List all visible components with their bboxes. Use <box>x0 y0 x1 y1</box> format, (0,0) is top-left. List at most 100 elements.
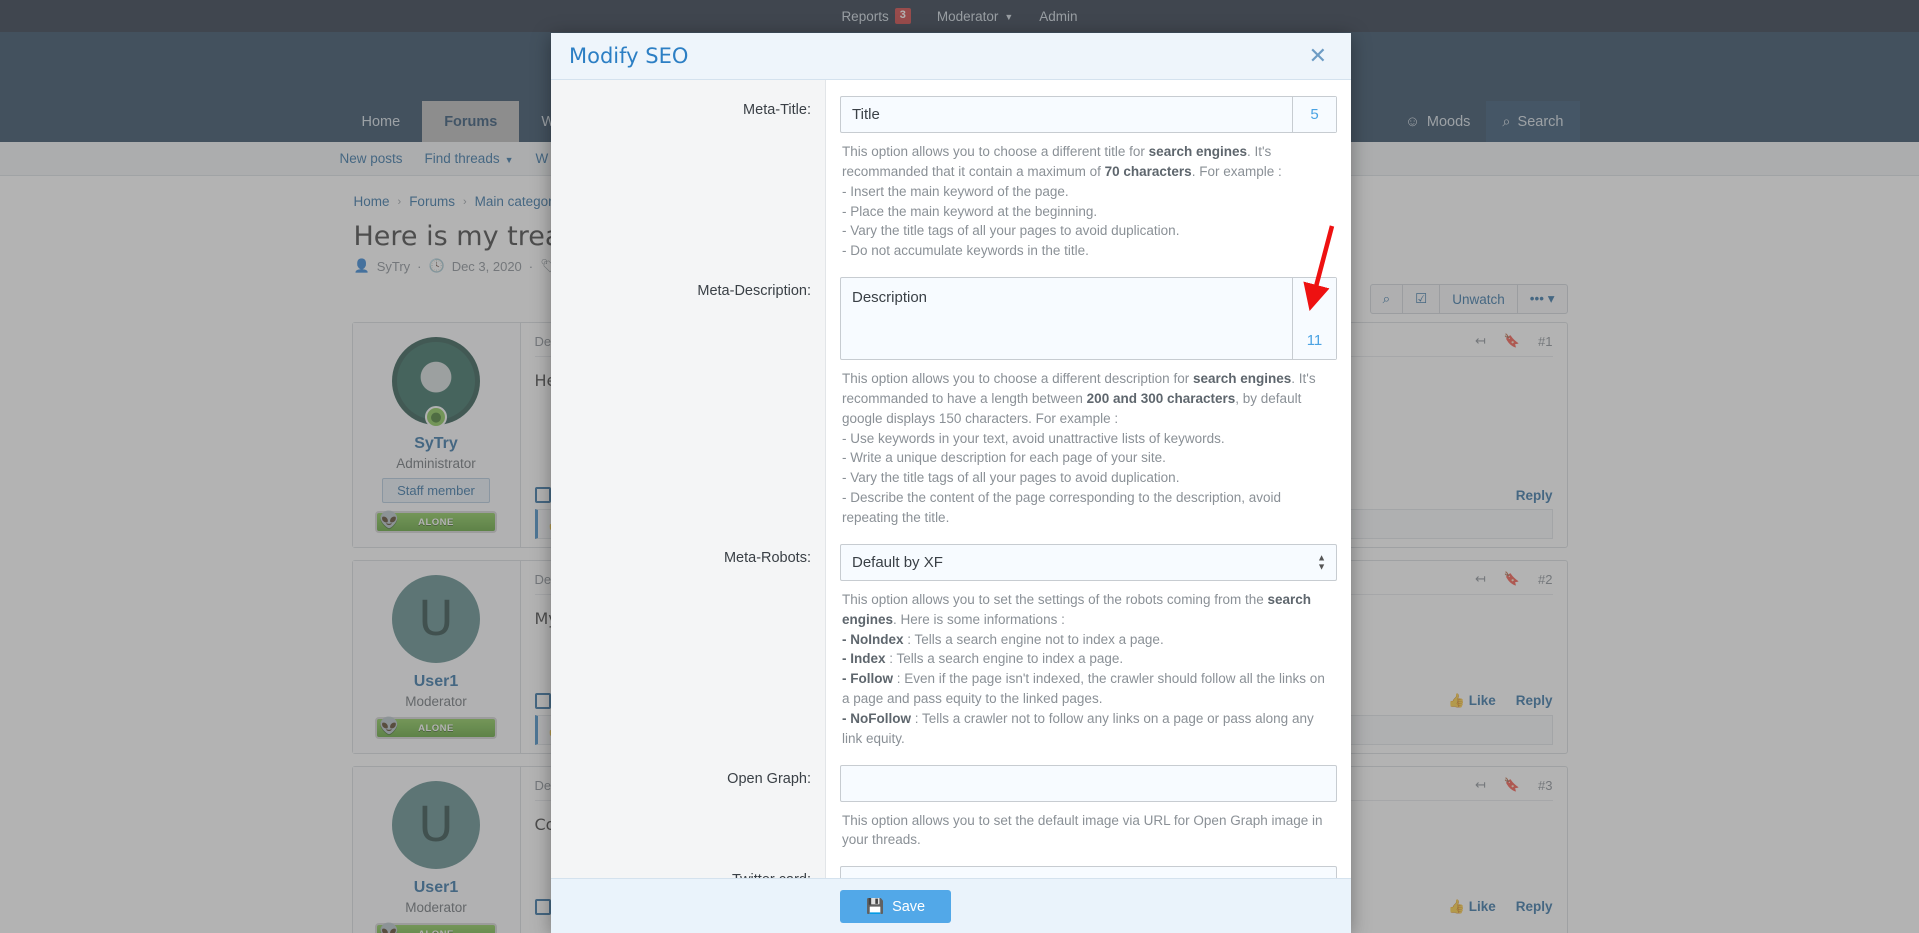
post-like-label: Like <box>1468 693 1496 708</box>
dialog-title: Modify SEO <box>569 44 689 68</box>
field-row-open-graph: Open Graph: This option allows you to se… <box>551 748 1351 851</box>
twitter-card-select[interactable]: Default, summary card <box>840 866 1337 878</box>
nav-button-search[interactable]: ⌕ Search <box>1486 101 1580 142</box>
reports-count-badge: 3 <box>894 8 911 24</box>
post-author-title: Administrator <box>396 456 476 471</box>
post-select-checkbox[interactable] <box>534 693 551 709</box>
user-ribbon-label: ALONE <box>418 929 454 933</box>
adminbar-moderator-label: Moderator <box>936 8 999 24</box>
meta-robots-select[interactable]: Default by XF <box>840 543 1337 581</box>
post-number[interactable]: #3 <box>1538 778 1552 793</box>
avatar[interactable]: U <box>392 781 480 869</box>
post-like-label: Like <box>1468 899 1496 914</box>
post-author-name[interactable]: SyTry <box>414 435 458 453</box>
open-graph-label: Open Graph: <box>551 748 826 851</box>
dialog-body: Meta-Title: 5 This option allows you to … <box>551 80 1351 878</box>
alien-icon: 👽 <box>379 924 400 933</box>
share-icon[interactable]: ↤ <box>1475 571 1486 587</box>
subnav-item-watched[interactable]: W <box>536 151 549 166</box>
post-number[interactable]: #2 <box>1538 572 1552 587</box>
clock-icon: 🕓 <box>428 258 445 273</box>
meta-robots-select-wrap: Default by XF ▲ ▼ <box>840 543 1337 581</box>
help-bullet: - Vary the title tags of all your pages … <box>842 470 1180 486</box>
subnav-item-new-posts[interactable]: New posts <box>340 151 403 166</box>
user-ribbon-label: ALONE <box>418 516 454 528</box>
post-like-button[interactable]: 👍 Like <box>1448 899 1496 915</box>
post-number[interactable]: #1 <box>1538 334 1552 349</box>
thumbs-up-icon: 👍 <box>1448 693 1465 708</box>
help-text: : Tells a search engine to index a page. <box>885 651 1124 667</box>
post-author-sidebar: ● SyTry Administrator Staff member 👽 ALO… <box>352 323 521 547</box>
breadcrumb-separator: › <box>462 195 467 208</box>
adminbar-item-admin[interactable]: Admin <box>1039 9 1077 24</box>
meta-description-label: Meta-Description: <box>551 261 826 528</box>
avatar-initial: U <box>418 591 454 647</box>
subnav-item-find-threads[interactable]: Find threads ▼ <box>425 151 514 166</box>
meta-title-input[interactable] <box>841 97 1292 132</box>
dialog-header: Modify SEO ✕ <box>551 33 1351 80</box>
modify-seo-dialog: Modify SEO ✕ Meta-Title: 5 This option a… <box>551 33 1351 933</box>
help-bullet: - Place the main keyword at the beginnin… <box>842 203 1098 219</box>
avatar[interactable]: ● <box>392 337 480 428</box>
field-row-meta-title: Meta-Title: 5 This option allows you to … <box>551 80 1351 262</box>
open-graph-input[interactable] <box>841 765 1336 801</box>
twitter-card-label: Twitter card: <box>551 850 826 878</box>
post-reply-button[interactable]: Reply <box>1516 899 1553 915</box>
bookmark-icon[interactable]: 🔖 <box>1504 777 1520 793</box>
online-status-icon: ● <box>425 406 447 428</box>
field-row-twitter-card: Twitter card: Default, summary card ▲▼ <box>551 850 1351 878</box>
close-icon[interactable]: ✕ <box>1303 41 1333 71</box>
post-author-name[interactable]: User1 <box>414 673 458 691</box>
meta-title-input-wrap: 5 <box>840 96 1337 133</box>
meta-description-help: This option allows you to choose a diffe… <box>840 360 1337 528</box>
nav-moods-label: Moods <box>1426 113 1471 130</box>
breadcrumb-forums[interactable]: Forums <box>409 194 455 209</box>
user-ribbon: 👽 ALONE <box>375 717 497 739</box>
help-bullet: - Use keywords in your text, avoid unatt… <box>842 430 1225 446</box>
post-author-title: Moderator <box>405 694 467 709</box>
meta-description-input-wrap: Description 11 <box>840 277 1337 361</box>
nav-tab-home[interactable]: Home <box>340 101 423 142</box>
help-bullet: - Follow : Even if the page isn't indexe… <box>842 669 1335 709</box>
breadcrumb-home[interactable]: Home <box>354 194 390 209</box>
help-bullet: - Index : Tells a search engine to index… <box>842 649 1335 669</box>
thread-author[interactable]: SyTry <box>377 259 410 274</box>
alien-icon: 👽 <box>379 718 400 735</box>
nav-button-moods[interactable]: ☺ Moods <box>1389 101 1486 142</box>
toolbar-unwatch-button[interactable]: Unwatch <box>1440 285 1518 313</box>
post-select-checkbox[interactable] <box>534 487 551 503</box>
post-select-checkbox[interactable] <box>534 899 551 915</box>
adminbar-item-moderator[interactable]: Moderator ▼ <box>937 9 1013 24</box>
bookmark-icon[interactable]: 🔖 <box>1504 571 1520 587</box>
help-bullet: - Do not accumulate keywords in the titl… <box>842 243 1089 259</box>
help-bullet: - Vary the title tags of all your pages … <box>842 223 1180 239</box>
avatar[interactable]: U <box>392 575 480 663</box>
share-icon[interactable]: ↤ <box>1475 777 1486 793</box>
meta-title-char-counter: 5 <box>1292 97 1336 132</box>
user-icon: 👤 <box>353 258 370 273</box>
help-bold: search engines <box>1148 144 1247 159</box>
bookmark-icon[interactable]: 🔖 <box>1504 333 1520 349</box>
help-text: : Even if the page isn't indexed, the cr… <box>842 671 1325 707</box>
post-reply-button[interactable]: Reply <box>1516 693 1553 709</box>
help-bold: 70 characters <box>1104 163 1192 179</box>
toolbar-search-button[interactable]: ⌕ <box>1371 285 1404 313</box>
subnav-find-threads-label: Find threads <box>424 151 500 166</box>
toolbar-checkbox-button[interactable]: ☑ <box>1403 285 1441 313</box>
adminbar-item-reports[interactable]: Reports 3 <box>841 8 911 24</box>
breadcrumb-category[interactable]: Main categor <box>475 194 553 209</box>
share-icon[interactable]: ↤ <box>1475 333 1486 349</box>
toolbar-more-button[interactable]: ••• ▾ <box>1518 285 1567 313</box>
post-author-sidebar: U User1 Moderator 👽 ALONE <box>352 767 521 933</box>
admin-bar: Reports 3 Moderator ▼ Admin <box>0 0 1919 32</box>
post-reply-button[interactable]: Reply <box>1516 488 1553 503</box>
meta-title-label: Meta-Title: <box>551 80 826 262</box>
post-like-button[interactable]: 👍 Like <box>1448 693 1496 709</box>
nav-tab-forums[interactable]: Forums <box>422 101 520 142</box>
save-button[interactable]: 💾 Save <box>840 890 952 923</box>
post-author-name[interactable]: User1 <box>414 879 458 897</box>
field-row-meta-robots: Meta-Robots: Default by XF ▲ ▼ This optio… <box>551 527 1351 749</box>
meta-description-char-counter: 11 <box>1292 278 1336 360</box>
adminbar-reports-label: Reports <box>841 8 889 24</box>
meta-description-textarea[interactable]: Description <box>841 278 1292 360</box>
